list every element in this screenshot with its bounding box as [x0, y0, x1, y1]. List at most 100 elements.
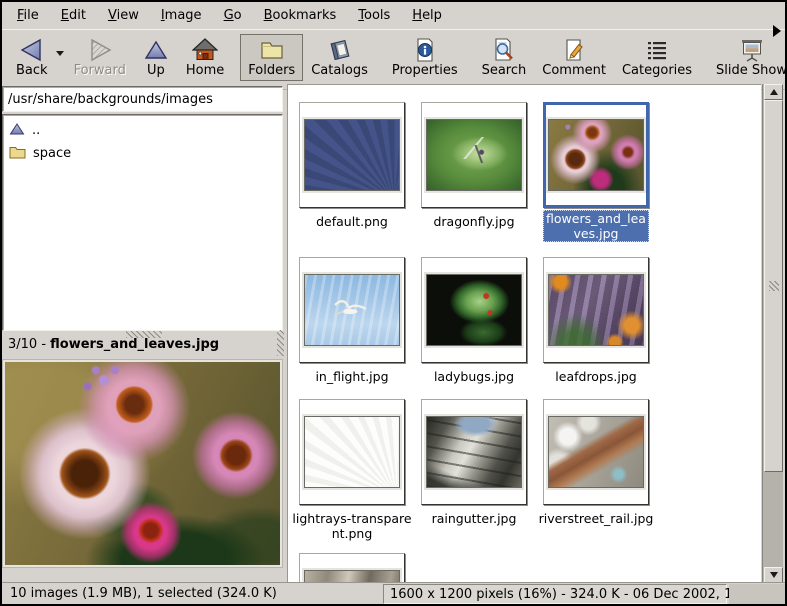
home-button[interactable]: Home [178, 34, 232, 81]
up-label: Up [147, 63, 165, 79]
menu-bookmarks[interactable]: Bookmarks [253, 4, 348, 27]
menu-edit[interactable]: Edit [50, 4, 97, 27]
slideshow-icon [738, 37, 766, 63]
thumbnail-image [548, 274, 644, 346]
folder-list: .. space [2, 114, 283, 331]
up-button[interactable]: Up [134, 34, 178, 81]
thumbnail-leafdrops[interactable] [543, 257, 649, 363]
scrollbar-grip-icon [769, 281, 779, 291]
gthumb-window: File Edit View Image Go Bookmarks Tools … [0, 0, 787, 606]
menu-help[interactable]: Help [401, 4, 453, 27]
thumbnail-label[interactable]: lightrays-transparent.png [292, 511, 412, 541]
statusbar-summary: 10 images (1.9 MB), 1 selected (324.0 K) [2, 586, 277, 601]
search-button[interactable]: Search [474, 34, 535, 81]
thumbnail-flowers-and-leaves[interactable] [543, 102, 649, 208]
location-input[interactable] [2, 86, 283, 112]
thumbnail-ladybugs[interactable] [421, 257, 527, 363]
toolbar-overflow-arrow-icon[interactable] [773, 25, 781, 37]
statusbar-endcap [729, 584, 785, 604]
catalogs-label: Catalogs [311, 63, 368, 79]
categories-button[interactable]: Categories [614, 34, 700, 81]
back-icon [18, 37, 46, 63]
thumbnail-dragonfly[interactable] [421, 102, 527, 208]
back-label: Back [16, 63, 48, 79]
statusbar-image-details: 1600 x 1200 pixels (16%) - 324.0 K - 06 … [383, 584, 727, 604]
catalogs-button[interactable]: Catalogs [303, 34, 376, 81]
selection-filename: flowers_and_leaves.jpg [50, 337, 219, 352]
comment-icon [560, 37, 588, 63]
thumbnail-label[interactable]: leafdrops.jpg [536, 369, 656, 384]
back-button-cluster: Back [8, 34, 66, 81]
scrollbar-up-button[interactable] [764, 84, 783, 100]
home-icon [191, 37, 219, 63]
pane-resize-handle-vertical[interactable] [277, 330, 284, 356]
comment-label: Comment [542, 63, 606, 79]
slideshow-label: Slide Show [716, 63, 787, 79]
selection-info: 3/10 - flowers_and_leaves.jpg [8, 337, 272, 354]
thumbnail-label[interactable]: in_flight.jpg [292, 369, 412, 384]
forward-button[interactable]: Forward [66, 34, 134, 81]
thumbnail-image [426, 274, 522, 346]
thumbnail-label[interactable]: ladybugs.jpg [414, 369, 534, 384]
thumbnail-label[interactable]: dragonfly.jpg [414, 214, 534, 229]
home-label: Home [186, 63, 224, 79]
menu-tools[interactable]: Tools [347, 4, 401, 27]
thumbnail-in-flight[interactable] [299, 257, 405, 363]
thumbnail-default[interactable] [299, 102, 405, 208]
thumbnail-image [426, 416, 522, 488]
thumbnail-image [304, 274, 400, 346]
scrollbar-down-button[interactable] [764, 567, 783, 583]
thumbnail-label-selected[interactable]: flowers_and_leaves.jpg [543, 210, 649, 242]
folder-item-label: .. [32, 123, 40, 138]
categories-icon [643, 37, 671, 63]
selection-position: 3/10 - [8, 337, 50, 352]
thumbnail-image [426, 119, 522, 191]
thumbnail-label[interactable]: riverstreet_rail.jpg [536, 511, 656, 526]
grid-scrollbar[interactable] [762, 84, 783, 583]
folders-icon [258, 37, 286, 63]
thumbnail-image [548, 416, 644, 488]
folder-item-space[interactable]: space [5, 142, 280, 165]
thumbnail-partial[interactable] [299, 553, 405, 583]
thumbnail-label[interactable]: raingutter.jpg [414, 511, 534, 526]
thumbnail-riverstreet-rail[interactable] [543, 399, 649, 505]
back-button[interactable]: Back [8, 34, 56, 81]
menu-view[interactable]: View [97, 4, 150, 27]
folders-label: Folders [248, 63, 295, 79]
thumbnail-raingutter[interactable] [421, 399, 527, 505]
up-icon [142, 37, 170, 63]
menu-file[interactable]: File [6, 4, 50, 27]
forward-label: Forward [74, 63, 126, 79]
menu-go[interactable]: Go [213, 4, 253, 27]
comment-button[interactable]: Comment [534, 34, 614, 81]
toolbar: Back Forward Up Home [2, 29, 785, 90]
properties-label: Properties [392, 63, 458, 79]
menu-image[interactable]: Image [150, 4, 213, 27]
properties-button[interactable]: Properties [384, 34, 466, 81]
statusbar: 10 images (1.9 MB), 1 selected (324.0 K)… [2, 583, 785, 604]
thumbnail-image [304, 119, 400, 191]
thumbnail-lightrays[interactable] [299, 399, 405, 505]
thumbnail-image [304, 416, 400, 488]
scroll-down-arrow-icon [770, 572, 778, 578]
preview-image [5, 362, 280, 565]
forward-icon [86, 37, 114, 63]
folders-button[interactable]: Folders [240, 34, 303, 81]
folder-item-label: space [33, 146, 71, 161]
image-browser-grid: default.png dragonfly.jpg flowers_and_le… [287, 84, 761, 583]
back-history-dropdown-icon[interactable] [56, 51, 64, 56]
scrollbar-thumb[interactable] [764, 100, 783, 472]
preview-pane [2, 359, 283, 568]
menubar: File Edit View Image Go Bookmarks Tools … [2, 2, 785, 29]
up-triangle-icon [9, 122, 25, 140]
categories-label: Categories [622, 63, 692, 79]
search-label: Search [482, 63, 527, 79]
slideshow-button[interactable]: Slide Show [708, 34, 787, 81]
thumbnail-image [304, 570, 400, 583]
search-icon [490, 37, 518, 63]
catalogs-icon [326, 37, 354, 63]
thumbnail-image [548, 119, 644, 191]
folder-item-parent[interactable]: .. [5, 119, 280, 142]
folder-icon [9, 145, 26, 163]
thumbnail-label[interactable]: default.png [292, 214, 412, 229]
